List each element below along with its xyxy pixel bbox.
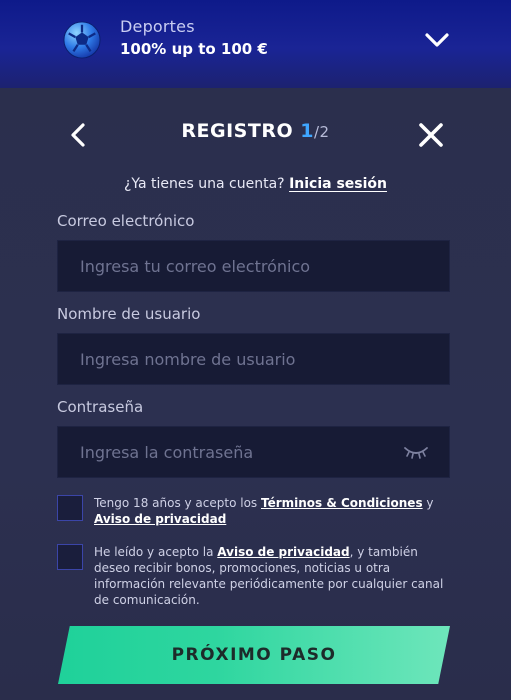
banner-offer: 100% up to 100 € <box>120 40 268 58</box>
title-text: REGISTRO <box>181 120 294 142</box>
privacy-notice-link[interactable]: Aviso de privacidad <box>217 545 349 559</box>
privacy-link[interactable]: Aviso de privacidad <box>94 512 226 526</box>
terms-checkbox[interactable] <box>57 495 83 521</box>
password-field-wrapper <box>57 426 450 478</box>
next-step-button[interactable]: PRÓXIMO PASO <box>58 626 450 684</box>
username-label: Nombre de usuario <box>57 305 201 323</box>
terms-mid: y <box>422 496 434 510</box>
banner-category: Deportes <box>120 17 195 36</box>
promo-banner[interactable]: Deportes 100% up to 100 € <box>0 0 511 88</box>
email-field[interactable] <box>58 241 449 291</box>
login-link[interactable]: Inicia sesión <box>289 176 387 192</box>
terms-link[interactable]: Términos & Condiciones <box>261 496 423 510</box>
password-field[interactable] <box>58 427 449 477</box>
terms-consent-text: Tengo 18 años y acepto los Términos & Co… <box>94 495 454 527</box>
step-total: /2 <box>313 123 330 141</box>
terms-prefix: Tengo 18 años y acepto los <box>94 496 261 510</box>
privacy-prefix: He leído y acepto la <box>94 545 218 559</box>
step-current: 1 <box>300 120 314 142</box>
username-field[interactable] <box>58 334 449 384</box>
privacy-consent-row: He leído y acepto la Aviso de privacidad… <box>57 544 450 608</box>
email-label: Correo electrónico <box>57 212 195 230</box>
terms-consent-row: Tengo 18 años y acepto los Términos & Co… <box>57 495 450 529</box>
password-label: Contraseña <box>57 398 144 416</box>
close-icon[interactable] <box>417 121 445 149</box>
privacy-consent-text: He leído y acepto la Aviso de privacidad… <box>94 544 454 608</box>
username-field-wrapper <box>57 333 450 385</box>
soccer-ball-icon <box>63 21 101 59</box>
email-field-wrapper <box>57 240 450 292</box>
login-question: ¿Ya tienes una cuenta? <box>123 176 285 192</box>
chevron-down-icon[interactable] <box>423 30 451 50</box>
next-step-label: PRÓXIMO PASO <box>171 645 337 665</box>
eye-closed-icon[interactable] <box>403 444 429 460</box>
login-prompt: ¿Ya tienes una cuenta? Inicia sesión <box>0 176 511 192</box>
privacy-checkbox[interactable] <box>57 544 83 570</box>
